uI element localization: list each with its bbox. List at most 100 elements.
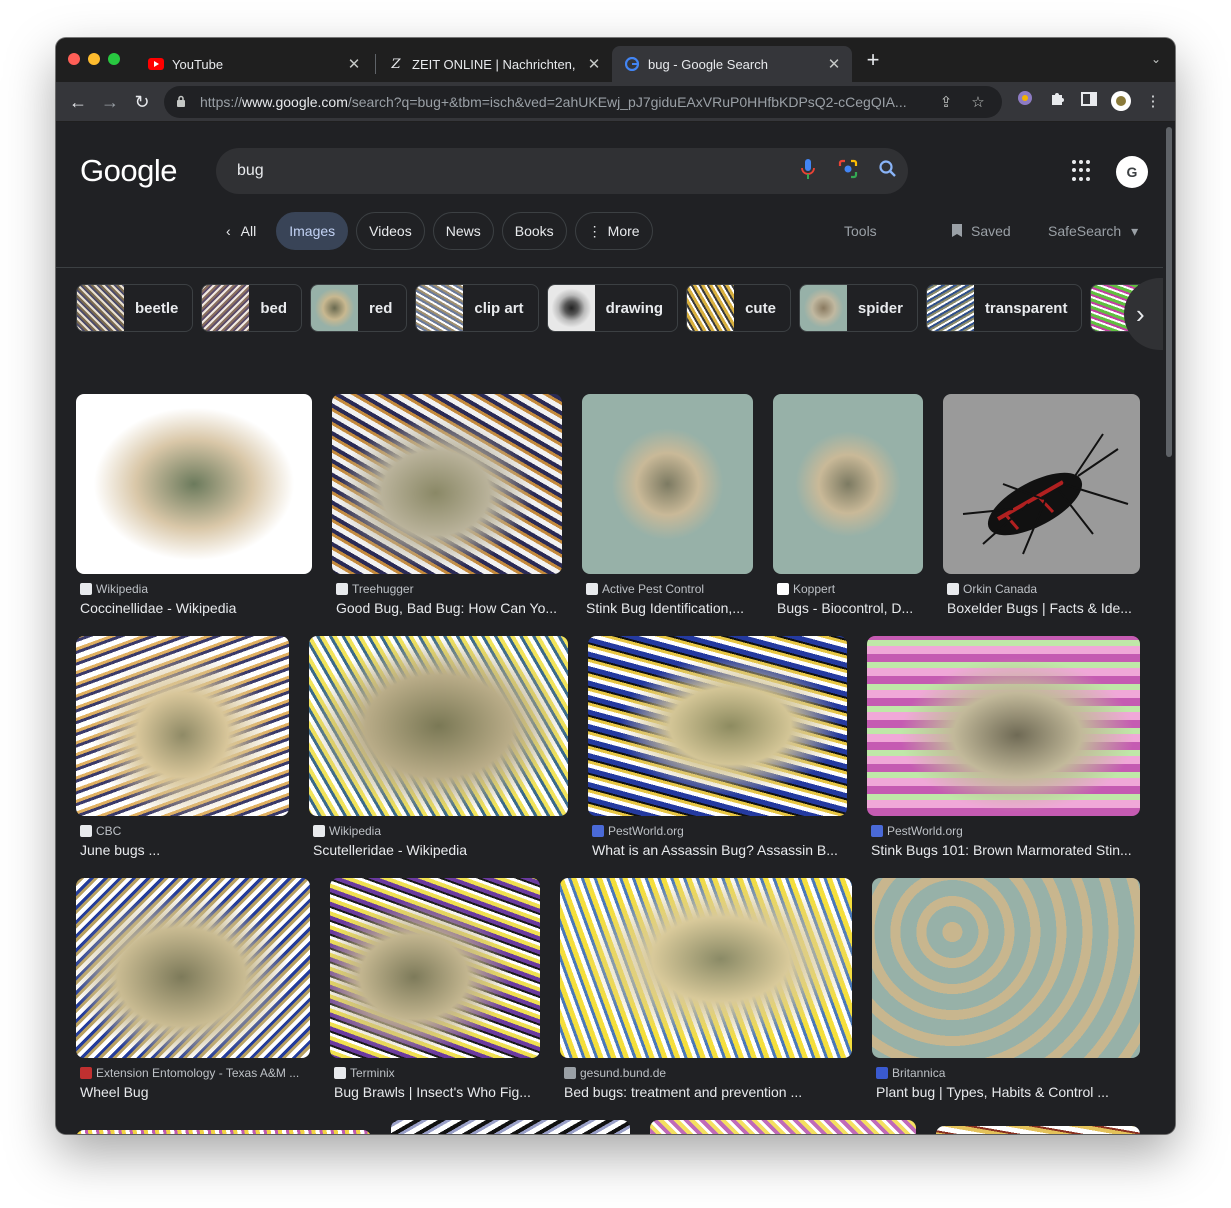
microphone-icon[interactable] (788, 158, 828, 184)
result-thumbnail[interactable] (650, 1120, 916, 1134)
result-source[interactable]: Wikipedia (80, 582, 312, 596)
result-thumbnail[interactable] (773, 394, 923, 574)
result-thumbnail[interactable] (76, 878, 310, 1058)
profile-avatar-icon[interactable] (1109, 90, 1133, 114)
result-source[interactable]: CBC (80, 824, 289, 838)
account-avatar[interactable]: G (1116, 156, 1148, 188)
result-source[interactable]: Britannica (876, 1066, 1140, 1080)
image-result[interactable] (391, 1120, 630, 1134)
result-title[interactable]: Stink Bugs 101: Brown Marmorated Stin... (871, 842, 1140, 858)
image-result[interactable]: Orkin Canada Boxelder Bugs | Facts & Ide… (943, 394, 1140, 616)
image-result[interactable] (936, 1126, 1140, 1134)
result-source[interactable]: Extension Entomology - Texas A&M ... (80, 1066, 310, 1080)
back-arrow-icon[interactable]: ← (66, 90, 90, 114)
refine-chip-transparent[interactable]: transparent (925, 284, 1083, 332)
result-thumbnail[interactable] (76, 1130, 371, 1134)
refine-chip-spider[interactable]: spider (798, 284, 918, 332)
result-title[interactable]: Wheel Bug (80, 1084, 310, 1100)
result-source[interactable]: Orkin Canada (947, 582, 1140, 596)
scrollbar-thumb[interactable] (1166, 127, 1172, 457)
saved-button[interactable]: Saved (951, 223, 1011, 241)
search-input[interactable]: bug (237, 162, 788, 180)
browser-menu-icon[interactable]: ⋮ (1141, 90, 1165, 114)
result-source[interactable]: Active Pest Control (586, 582, 753, 596)
image-result[interactable]: Extension Entomology - Texas A&M ... Whe… (76, 878, 310, 1100)
close-tab-icon[interactable]: ✕ (346, 55, 362, 73)
result-title[interactable]: What is an Assassin Bug? Assassin B... (592, 842, 847, 858)
image-result[interactable] (76, 1130, 371, 1134)
image-result[interactable] (650, 1120, 916, 1134)
extension-icon[interactable] (1013, 90, 1037, 114)
close-window-button[interactable] (68, 53, 80, 65)
tab-more[interactable]: ⋮ More (574, 212, 653, 250)
result-title[interactable]: Good Bug, Bad Bug: How Can Yo... (336, 600, 562, 616)
result-thumbnail[interactable] (391, 1120, 630, 1134)
tab-books[interactable]: Books (501, 212, 567, 250)
result-thumbnail[interactable] (943, 394, 1140, 574)
result-title[interactable]: Bed bugs: treatment and prevention ... (564, 1084, 852, 1100)
result-title[interactable]: Plant bug | Types, Habits & Control ... (876, 1084, 1140, 1100)
tab-videos[interactable]: Videos (356, 212, 425, 250)
puzzle-extensions-icon[interactable] (1045, 90, 1069, 114)
refine-chip-beetle[interactable]: beetle (76, 284, 194, 332)
result-title[interactable]: Bug Brawls | Insect's Who Fig... (334, 1084, 540, 1100)
share-icon[interactable]: ⇪ (934, 93, 958, 111)
new-tab-button[interactable]: + (862, 49, 884, 72)
result-title[interactable]: June bugs ... (80, 842, 289, 858)
tab-images[interactable]: Images (276, 212, 349, 250)
result-source[interactable]: gesund.bund.de (564, 1066, 852, 1080)
image-result[interactable]: Koppert Bugs - Biocontrol, D... (773, 394, 923, 616)
tab-youtube[interactable]: YouTube ✕ (136, 46, 372, 82)
result-thumbnail[interactable] (936, 1126, 1140, 1134)
image-result[interactable]: PestWorld.org What is an Assassin Bug? A… (588, 636, 847, 858)
refine-chip-drawing[interactable]: drawing (546, 284, 679, 332)
result-source[interactable]: PestWorld.org (592, 824, 847, 838)
result-thumbnail[interactable] (588, 636, 847, 816)
result-thumbnail[interactable] (582, 394, 753, 574)
page-scrollbar[interactable] (1163, 123, 1175, 1134)
maximize-window-button[interactable] (108, 53, 120, 65)
result-source[interactable]: PestWorld.org (871, 824, 1140, 838)
result-title[interactable]: Scutelleridae - Wikipedia (313, 842, 568, 858)
result-source[interactable]: Wikipedia (313, 824, 568, 838)
image-result[interactable]: Britannica Plant bug | Types, Habits & C… (872, 878, 1140, 1100)
tools-button[interactable]: Tools (844, 223, 877, 239)
tab-google-search[interactable]: bug - Google Search ✕ (612, 46, 852, 82)
google-apps-grid-icon[interactable] (1072, 160, 1094, 182)
refine-chip-clip-art[interactable]: clip art (415, 284, 539, 332)
safesearch-dropdown[interactable]: SafeSearch ▾ (1048, 223, 1138, 240)
close-tab-icon[interactable]: ✕ (826, 55, 842, 73)
search-icon[interactable] (868, 159, 908, 183)
result-thumbnail[interactable] (330, 878, 540, 1058)
result-thumbnail[interactable] (332, 394, 562, 574)
google-logo[interactable]: Google (80, 153, 177, 189)
image-result[interactable]: Wikipedia Coccinellidae - Wikipedia (76, 394, 312, 616)
image-result[interactable]: Treehugger Good Bug, Bad Bug: How Can Yo… (332, 394, 562, 616)
google-lens-icon[interactable] (828, 159, 868, 184)
image-result[interactable]: Active Pest Control Stink Bug Identifica… (582, 394, 753, 616)
tab-search-chevron-icon[interactable]: ⌄ (1151, 52, 1161, 66)
result-title[interactable]: Boxelder Bugs | Facts & Ide... (947, 600, 1140, 616)
result-thumbnail[interactable] (76, 394, 312, 574)
tab-news[interactable]: News (432, 212, 494, 250)
result-source[interactable]: Terminix (334, 1066, 540, 1080)
image-result[interactable]: CBC June bugs ... (76, 636, 289, 858)
result-thumbnail[interactable] (560, 878, 852, 1058)
image-result[interactable]: Wikipedia Scutelleridae - Wikipedia (309, 636, 568, 858)
result-title[interactable]: Stink Bug Identification,... (586, 600, 753, 616)
refine-chip-cute[interactable]: cute (686, 284, 791, 332)
image-result[interactable]: PestWorld.org Stink Bugs 101: Brown Marm… (867, 636, 1140, 858)
address-bar[interactable]: https://www.google.com/search?q=bug+&tbm… (164, 86, 1002, 118)
result-thumbnail[interactable] (309, 636, 568, 816)
refine-chip-red[interactable]: red (310, 284, 408, 332)
search-box[interactable]: bug (216, 148, 908, 194)
result-source[interactable]: Koppert (777, 582, 923, 596)
result-title[interactable]: Bugs - Biocontrol, D... (777, 600, 923, 616)
result-thumbnail[interactable] (867, 636, 1140, 816)
tab-zeit[interactable]: Z ZEIT ONLINE | Nachrichten, Ne ✕ (376, 46, 612, 82)
reload-icon[interactable]: ↻ (130, 90, 154, 114)
image-result[interactable]: Terminix Bug Brawls | Insect's Who Fig..… (330, 878, 540, 1100)
forward-arrow-icon[interactable]: → (98, 90, 122, 114)
result-thumbnail[interactable] (872, 878, 1140, 1058)
tab-all[interactable]: ‹ All (216, 212, 268, 250)
